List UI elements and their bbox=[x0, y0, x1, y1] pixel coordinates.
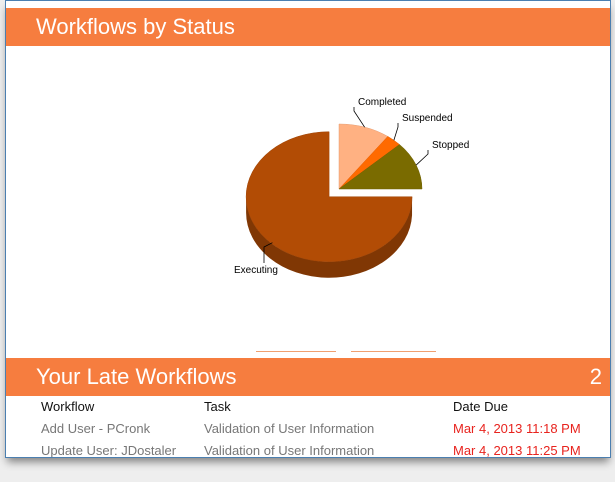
late-count-badge: 2 bbox=[589, 364, 602, 389]
workflow-name[interactable]: Update User: JDostaler bbox=[41, 443, 176, 457]
status-pie-chart: Completed Suspended Stopped Executing bbox=[6, 46, 610, 358]
table-header-row: Workflow Task Date Due bbox=[41, 399, 601, 419]
column-header-date-due: Date Due bbox=[453, 399, 508, 414]
late-workflows-header: Your Late Workflows 2 bbox=[6, 358, 610, 396]
pie-label-completed: Completed bbox=[358, 97, 406, 108]
task-name[interactable]: Validation of User Information bbox=[204, 443, 374, 457]
pie-label-executing: Executing bbox=[234, 265, 278, 276]
pie-label-suspended: Suspended bbox=[402, 113, 453, 124]
panel-title: Workflows by Status bbox=[36, 14, 235, 39]
leader-line bbox=[393, 123, 399, 141]
chart-scroll-marker bbox=[351, 351, 436, 352]
leader-line bbox=[353, 107, 365, 128]
workflows-by-status-header: Workflows by Status bbox=[6, 8, 610, 46]
dashboard-frame: Workflows by Status Completed Suspended St… bbox=[5, 0, 611, 458]
column-header-task: Task bbox=[204, 399, 231, 414]
table-row[interactable]: Update User: JDostaler Validation of Use… bbox=[41, 443, 601, 458]
chart-scroll-marker bbox=[256, 351, 336, 352]
leader-line bbox=[415, 150, 429, 166]
workflow-name[interactable]: Add User - PCronk bbox=[41, 421, 150, 436]
pie-chart-svg: Completed Suspended Stopped Executing bbox=[234, 97, 469, 278]
pie-label-stopped: Stopped bbox=[432, 140, 469, 151]
column-header-workflow: Workflow bbox=[41, 399, 95, 414]
date-due: Mar 4, 2013 11:18 PM bbox=[453, 421, 581, 436]
task-name[interactable]: Validation of User Information bbox=[204, 421, 374, 436]
table-row[interactable]: Add User - PCronk Validation of User Inf… bbox=[41, 421, 601, 441]
panel-title: Your Late Workflows bbox=[36, 364, 237, 389]
date-due: Mar 4, 2013 11:25 PM bbox=[453, 443, 581, 458]
